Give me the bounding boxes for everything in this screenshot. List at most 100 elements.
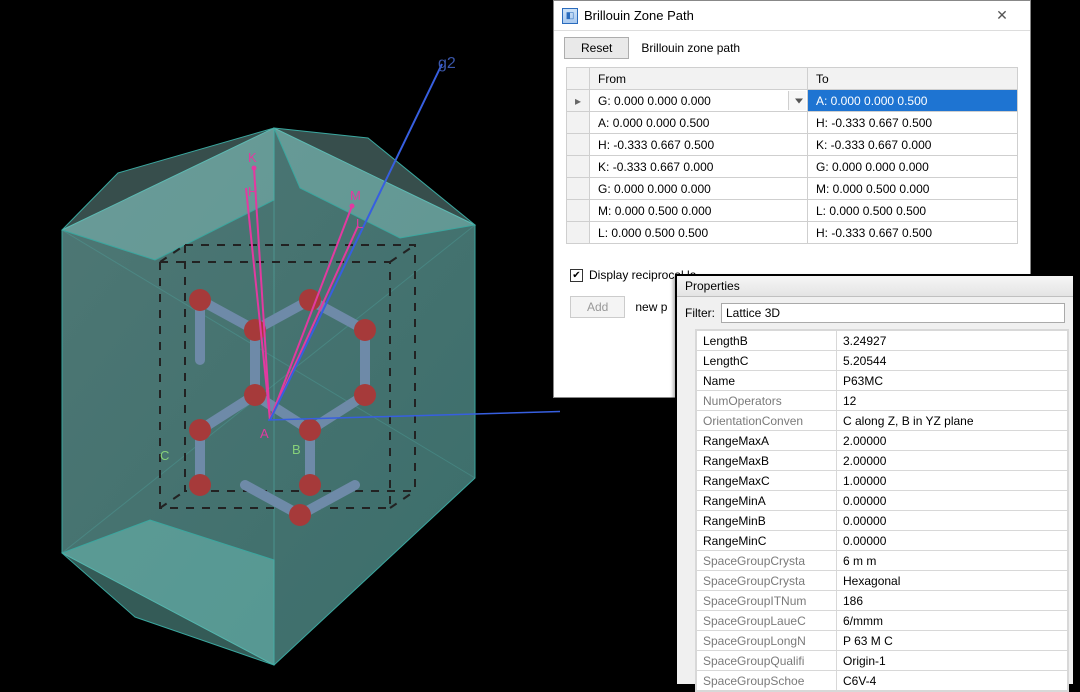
filter-label: Filter: (685, 306, 715, 320)
properties-panel: Properties Filter: LengthB3.24927LengthC… (675, 274, 1075, 684)
property-row[interactable]: SpaceGroupSchoeC6V-4 (697, 671, 1068, 691)
property-value[interactable]: 6/mmm (837, 611, 1068, 631)
dialog-titlebar[interactable]: ◧ Brillouin Zone Path ✕ (554, 1, 1030, 31)
g2-label: g2 (438, 55, 456, 73)
table-row[interactable]: G: 0.000 0.000 0.000M: 0.000 0.500 0.000 (567, 178, 1018, 200)
property-row[interactable]: NameP63MC (697, 371, 1068, 391)
property-value[interactable]: Hexagonal (837, 571, 1068, 591)
property-key: RangeMaxB (697, 451, 837, 471)
axis-label-k: K (248, 150, 257, 165)
property-key: RangeMaxC (697, 471, 837, 491)
property-value[interactable]: P63MC (837, 371, 1068, 391)
axis-label-m: M (350, 188, 361, 203)
property-key: SpaceGroupLaueC (697, 611, 837, 631)
property-row[interactable]: RangeMaxA2.00000 (697, 431, 1068, 451)
cell-to[interactable]: H: -0.333 0.667 0.500 (808, 112, 1018, 134)
property-row[interactable]: RangeMaxC1.00000 (697, 471, 1068, 491)
filter-input[interactable] (721, 303, 1065, 323)
dialog-title: Brillouin Zone Path (584, 8, 982, 23)
table-row[interactable]: L: 0.000 0.500 0.500H: -0.333 0.667 0.50… (567, 222, 1018, 244)
cell-to[interactable]: K: -0.333 0.667 0.000 (808, 134, 1018, 156)
close-icon[interactable]: ✕ (982, 5, 1022, 27)
path-table[interactable]: From To ▸G: 0.000 0.000 0.000A: 0.000 0.… (566, 67, 1018, 244)
property-key: OrientationConven (697, 411, 837, 431)
new-point-label: new p (635, 300, 667, 314)
property-key: SpaceGroupQualifi (697, 651, 837, 671)
property-value[interactable]: 0.00000 (837, 531, 1068, 551)
axis-label-b: B (292, 442, 301, 457)
property-key: NumOperators (697, 391, 837, 411)
cell-to[interactable]: A: 0.000 0.000 0.500 (808, 90, 1018, 112)
property-value[interactable]: 0.00000 (837, 491, 1068, 511)
property-value[interactable]: 5.20544 (837, 351, 1068, 371)
table-row[interactable]: M: 0.000 0.500 0.000L: 0.000 0.500 0.500 (567, 200, 1018, 222)
property-row[interactable]: SpaceGroupCrystaHexagonal (697, 571, 1068, 591)
property-row[interactable]: NumOperators12 (697, 391, 1068, 411)
cell-to[interactable]: G: 0.000 0.000 0.000 (808, 156, 1018, 178)
property-value[interactable]: C along Z, B in YZ plane (837, 411, 1068, 431)
property-value[interactable]: 3.24927 (837, 331, 1068, 351)
axis-label-c: C (160, 448, 169, 463)
cell-from[interactable]: M: 0.000 0.500 0.000 (590, 200, 808, 222)
property-value[interactable]: 1.00000 (837, 471, 1068, 491)
property-value[interactable]: P 63 M C (837, 631, 1068, 651)
viewport-3d[interactable]: K H M L A C B g2 (0, 0, 560, 684)
col-to[interactable]: To (808, 68, 1018, 90)
property-value[interactable]: 2.00000 (837, 431, 1068, 451)
property-value[interactable]: 2.00000 (837, 451, 1068, 471)
reset-button[interactable]: Reset (564, 37, 629, 59)
property-key: LengthB (697, 331, 837, 351)
property-key: RangeMaxA (697, 431, 837, 451)
property-row[interactable]: SpaceGroupLaueC6/mmm (697, 611, 1068, 631)
app-icon: ◧ (562, 8, 578, 24)
add-button[interactable]: Add (570, 296, 625, 318)
property-key: RangeMinC (697, 531, 837, 551)
table-row[interactable]: A: 0.000 0.000 0.500H: -0.333 0.667 0.50… (567, 112, 1018, 134)
property-row[interactable]: SpaceGroupLongNP 63 M C (697, 631, 1068, 651)
cell-from[interactable]: G: 0.000 0.000 0.000 (590, 90, 808, 112)
col-from[interactable]: From (590, 68, 808, 90)
property-row[interactable]: SpaceGroupITNum186 (697, 591, 1068, 611)
property-row[interactable]: RangeMinB0.00000 (697, 511, 1068, 531)
property-value[interactable]: 12 (837, 391, 1068, 411)
cell-from[interactable]: H: -0.333 0.667 0.500 (590, 134, 808, 156)
property-key: RangeMinA (697, 491, 837, 511)
property-row[interactable]: LengthB3.24927 (697, 331, 1068, 351)
property-key: SpaceGroupITNum (697, 591, 837, 611)
properties-table[interactable]: LengthB3.24927LengthC5.20544NameP63MCNum… (696, 330, 1068, 691)
properties-title: Properties (677, 276, 1073, 297)
property-value[interactable]: 186 (837, 591, 1068, 611)
property-value[interactable]: 0.00000 (837, 511, 1068, 531)
cell-to[interactable]: L: 0.000 0.500 0.500 (808, 200, 1018, 222)
property-row[interactable]: RangeMaxB2.00000 (697, 451, 1068, 471)
path-label: Brillouin zone path (641, 41, 740, 55)
cell-from[interactable]: L: 0.000 0.500 0.500 (590, 222, 808, 244)
property-value[interactable]: C6V-4 (837, 671, 1068, 691)
property-value[interactable]: Origin-1 (837, 651, 1068, 671)
table-row[interactable]: ▸G: 0.000 0.000 0.000A: 0.000 0.000 0.50… (567, 90, 1018, 112)
cell-from[interactable]: K: -0.333 0.667 0.000 (590, 156, 808, 178)
property-key: SpaceGroupCrysta (697, 551, 837, 571)
axis-label-a: A (260, 426, 269, 441)
table-row[interactable]: K: -0.333 0.667 0.000G: 0.000 0.000 0.00… (567, 156, 1018, 178)
axis-label-l: L (356, 216, 363, 231)
property-row[interactable]: RangeMinC0.00000 (697, 531, 1068, 551)
display-reciprocal-checkbox[interactable]: ✔ (570, 269, 583, 282)
cell-from[interactable]: A: 0.000 0.000 0.500 (590, 112, 808, 134)
cell-to[interactable]: H: -0.333 0.667 0.500 (808, 222, 1018, 244)
property-key: SpaceGroupLongN (697, 631, 837, 651)
viewport-canvas: K H M L A C B (0, 0, 560, 684)
property-key: LengthC (697, 351, 837, 371)
property-value[interactable]: 6 m m (837, 551, 1068, 571)
cell-from[interactable]: G: 0.000 0.000 0.000 (590, 178, 808, 200)
property-key: SpaceGroupSchoe (697, 671, 837, 691)
table-row[interactable]: H: -0.333 0.667 0.500K: -0.333 0.667 0.0… (567, 134, 1018, 156)
property-row[interactable]: SpaceGroupCrysta6 m m (697, 551, 1068, 571)
property-key: Name (697, 371, 837, 391)
axis-label-h: H (248, 184, 257, 199)
property-row[interactable]: SpaceGroupQualifiOrigin-1 (697, 651, 1068, 671)
property-row[interactable]: LengthC5.20544 (697, 351, 1068, 371)
property-row[interactable]: RangeMinA0.00000 (697, 491, 1068, 511)
property-row[interactable]: OrientationConvenC along Z, B in YZ plan… (697, 411, 1068, 431)
cell-to[interactable]: M: 0.000 0.500 0.000 (808, 178, 1018, 200)
